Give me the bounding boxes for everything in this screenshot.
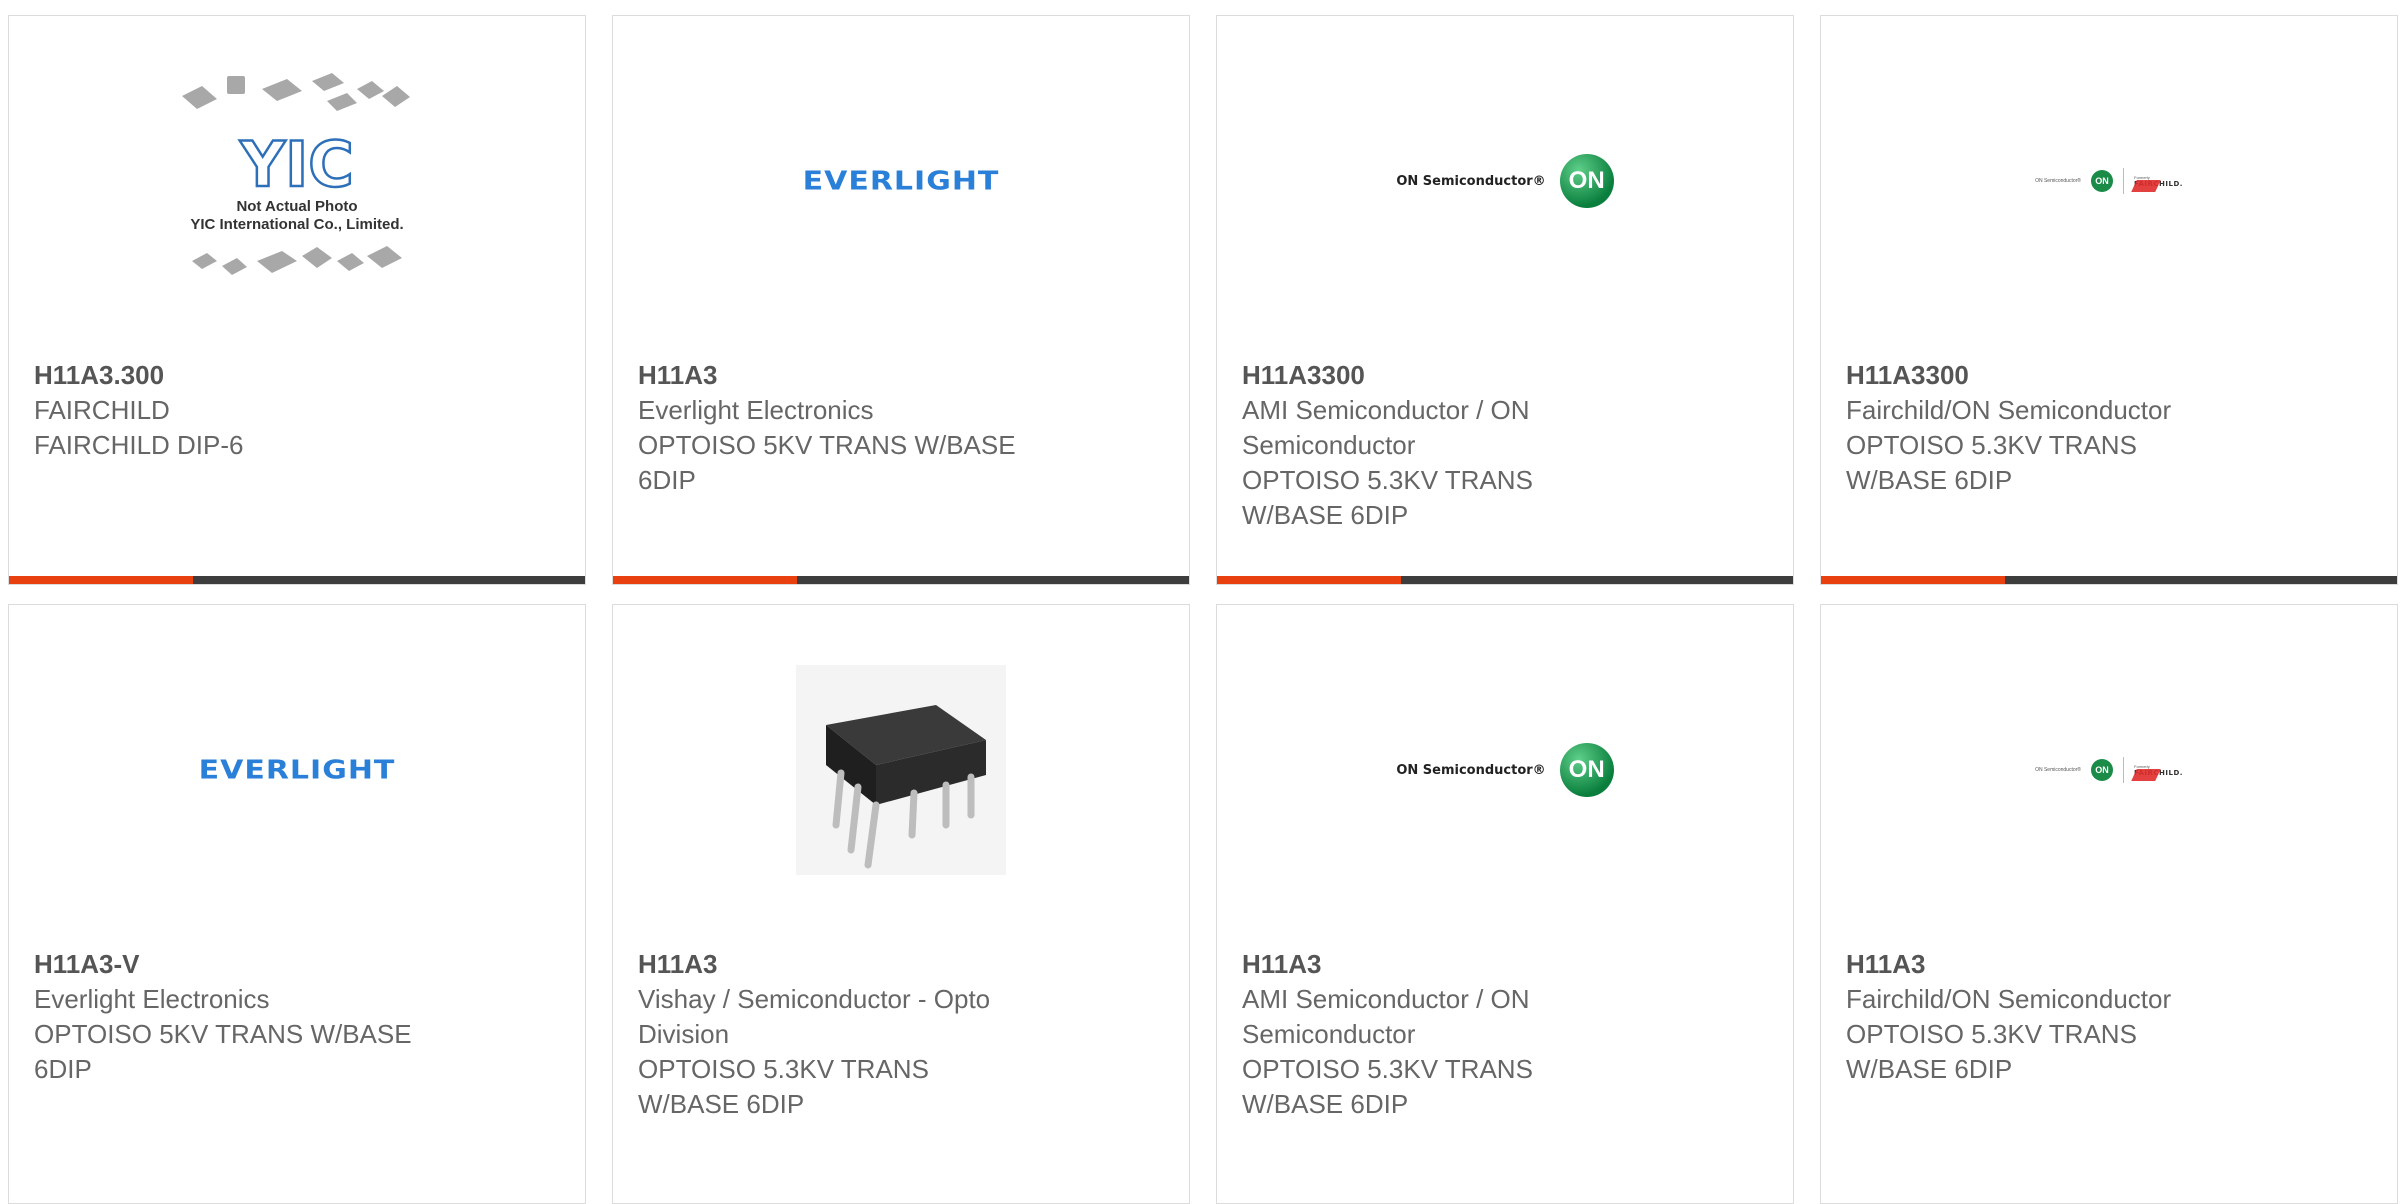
product-card[interactable]: YIC Not Actual Photo YIC International C… <box>8 15 586 585</box>
part-number[interactable]: H11A3300 <box>1846 358 2276 393</box>
manufacturer: Fairchild/ON Semiconductor <box>1846 395 2172 425</box>
card-footer-bar[interactable] <box>613 576 1189 584</box>
logo-text: ON Semiconductor® <box>1396 173 1546 189</box>
card-footer-bar[interactable] <box>1217 576 1793 584</box>
product-image[interactable]: YIC Not Actual Photo YIC International C… <box>9 16 585 346</box>
description: FAIRCHILD DIP-6 <box>34 430 244 460</box>
manufacturer: AMI Semiconductor / ON Semiconductor <box>1242 395 1530 460</box>
divider <box>2123 757 2124 783</box>
dip6-chip-photo <box>796 665 1006 875</box>
manufacturer: FAIRCHILD <box>34 395 170 425</box>
logo-text: ON Semiconductor® <box>1396 762 1546 778</box>
product-image[interactable]: ON Semiconductor® ON <box>1217 16 1793 346</box>
accent-segment <box>1821 576 2005 584</box>
logo-text: ON Semiconductor® <box>2035 178 2081 184</box>
part-number[interactable]: H11A3-V <box>34 947 464 982</box>
product-card[interactable]: H11A3 Vishay / Semiconductor - Opto Divi… <box>612 604 1190 1204</box>
part-number[interactable]: H11A3.300 <box>34 358 464 393</box>
description: OPTOISO 5.3KV TRANS W/BASE 6DIP <box>1846 430 2137 495</box>
fairchild-brand: Formerly FAIRCHILD. <box>2131 175 2183 192</box>
part-number[interactable]: H11A3 <box>1846 947 2276 982</box>
card-footer-bar[interactable] <box>9 576 585 584</box>
svg-text:Not Actual Photo: Not Actual Photo <box>236 198 357 215</box>
on-semiconductor-logo: ON Semiconductor® ON <box>1396 743 1614 797</box>
product-card[interactable]: ON Semiconductor® ON Formerly FAIRCHILD.… <box>1820 604 2398 1204</box>
manufacturer: Everlight Electronics <box>34 984 270 1014</box>
on-icon: ON <box>2091 170 2113 192</box>
fairchild-on-logo: ON Semiconductor® ON Formerly FAIRCHILD. <box>2035 168 2183 194</box>
product-image[interactable]: ON Semiconductor® ON Formerly FAIRCHILD. <box>1821 16 2397 346</box>
svg-text:YIC: YIC <box>239 128 353 201</box>
product-card[interactable]: EVERLIGHT H11A3 Everlight Electronics OP… <box>612 15 1190 585</box>
on-icon: ON <box>1559 743 1614 797</box>
part-number[interactable]: H11A3 <box>1242 947 1672 982</box>
product-image[interactable]: EVERLIGHT <box>613 16 1189 346</box>
manufacturer: Fairchild/ON Semiconductor <box>1846 984 2172 1014</box>
part-number[interactable]: H11A3 <box>638 947 1068 982</box>
fairchild-flag-icon <box>2131 768 2161 781</box>
product-card[interactable]: ON Semiconductor® ON H11A3 AMI Semicondu… <box>1216 604 1794 1204</box>
part-number[interactable]: H11A3 <box>638 358 1068 393</box>
on-icon: ON <box>2091 759 2113 781</box>
everlight-logo: EVERLIGHT <box>802 166 1000 196</box>
manufacturer: Everlight Electronics <box>638 395 874 425</box>
on-icon: ON <box>1559 154 1614 208</box>
product-image[interactable] <box>613 605 1189 935</box>
accent-segment <box>9 576 193 584</box>
description: OPTOISO 5.3KV TRANS W/BASE 6DIP <box>638 1054 929 1119</box>
svg-text:YIC International Co., Limited: YIC International Co., Limited. <box>190 216 403 233</box>
description: OPTOISO 5.3KV TRANS W/BASE 6DIP <box>1242 1054 1533 1119</box>
accent-segment <box>613 576 797 584</box>
accent-segment <box>1217 576 1401 584</box>
divider <box>2123 168 2124 194</box>
product-card[interactable]: EVERLIGHT H11A3-V Everlight Electronics … <box>8 604 586 1204</box>
on-semiconductor-logo: ON Semiconductor® ON <box>1396 154 1614 208</box>
description: OPTOISO 5KV TRANS W/BASE 6DIP <box>34 1019 412 1084</box>
manufacturer: AMI Semiconductor / ON Semiconductor <box>1242 984 1530 1049</box>
everlight-logo: EVERLIGHT <box>198 755 396 785</box>
fairchild-on-logo: ON Semiconductor® ON Formerly FAIRCHILD. <box>2035 757 2183 783</box>
card-footer-bar[interactable] <box>1821 576 2397 584</box>
description: OPTOISO 5KV TRANS W/BASE 6DIP <box>638 430 1016 495</box>
product-card[interactable]: ON Semiconductor® ON H11A3300 AMI Semico… <box>1216 15 1794 585</box>
description: OPTOISO 5.3KV TRANS W/BASE 6DIP <box>1242 465 1533 530</box>
fairchild-flag-icon <box>2131 179 2161 192</box>
part-number[interactable]: H11A3300 <box>1242 358 1672 393</box>
logo-text: ON Semiconductor® <box>2035 767 2081 773</box>
product-card[interactable]: ON Semiconductor® ON Formerly FAIRCHILD.… <box>1820 15 2398 585</box>
description: OPTOISO 5.3KV TRANS W/BASE 6DIP <box>1846 1019 2137 1084</box>
fairchild-brand: Formerly FAIRCHILD. <box>2131 764 2183 781</box>
product-image[interactable]: ON Semiconductor® ON <box>1217 605 1793 935</box>
manufacturer: Vishay / Semiconductor - Opto Division <box>638 984 991 1049</box>
product-image[interactable]: ON Semiconductor® ON Formerly FAIRCHILD. <box>1821 605 2397 935</box>
yic-placeholder-image: YIC Not Actual Photo YIC International C… <box>182 73 410 275</box>
product-image[interactable]: EVERLIGHT <box>9 605 585 935</box>
